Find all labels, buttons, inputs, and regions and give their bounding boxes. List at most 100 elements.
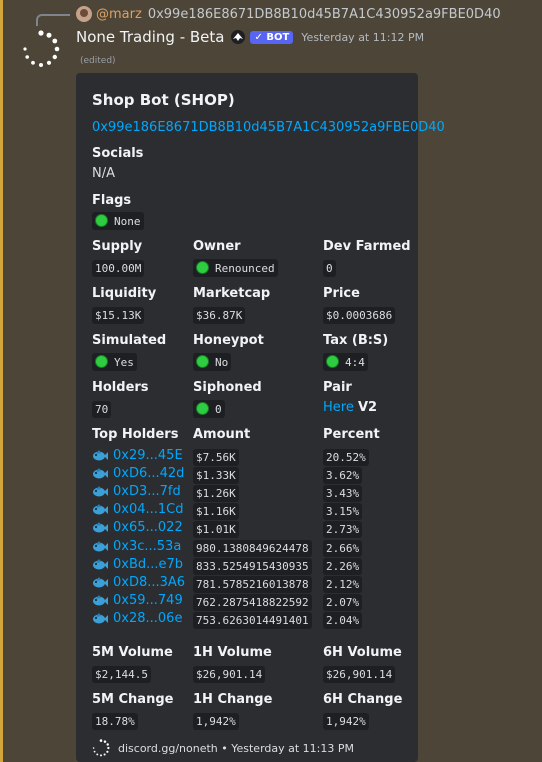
holder-address[interactable]: 0x59...749 [92, 593, 183, 608]
holder-address[interactable]: 0xBd...e7b [92, 557, 183, 572]
contract-link[interactable]: 0x99e186E8671DB8B10d45B7A1C430952a9FBE0D… [92, 120, 445, 135]
vol-1h-value: $26,901.14 [193, 666, 266, 683]
chg-6h-label: 6H Change [323, 692, 403, 707]
fish-icon [93, 540, 108, 551]
embed-card: Shop Bot (SHOP) 0x99e186E8671DB8B10d45B7… [76, 73, 445, 762]
honeypot-value: No [193, 353, 232, 371]
bot-tag: ✓ BOT [250, 30, 294, 44]
holders-label: Holders [92, 380, 149, 395]
fish-icon [93, 485, 108, 496]
honeypot-label: Honeypot [193, 333, 264, 348]
chg-1h-value: 1,942% [193, 713, 239, 730]
holder-address[interactable]: 0x29...45E [92, 448, 183, 463]
marketcap-label: Marketcap [193, 286, 271, 301]
fish-icon [93, 576, 108, 587]
reply-preview[interactable]: @marz 0x99e186E8671DB8B10d45B7A1C430952a… [76, 6, 501, 22]
vol-5m-value: $2,144.5 [92, 666, 151, 683]
holder-percent: 3.43% [323, 485, 363, 502]
green-dot-icon [196, 355, 209, 368]
fish-icon [93, 449, 108, 460]
holder-amount: $1.16K [193, 503, 239, 520]
fish-icon [93, 521, 108, 532]
reply-connector [36, 14, 70, 26]
green-dot-icon [196, 402, 209, 415]
holder-address[interactable]: 0xD6...42d [92, 466, 184, 481]
fish-icon [93, 467, 108, 478]
simulated-value: Yes [92, 353, 137, 371]
holder-amount: $7.56K [193, 449, 239, 466]
dev-farmed-value: 0 [323, 260, 336, 277]
supply-label: Supply [92, 239, 143, 254]
pair-link[interactable]: Here [323, 400, 354, 415]
chg-1h-label: 1H Change [193, 692, 273, 707]
green-dot-icon [95, 214, 108, 227]
reply-username[interactable]: @marz [96, 7, 142, 22]
spinner-ring-icon[interactable] [22, 30, 60, 68]
tax-label: Tax (B:S) [323, 333, 389, 348]
footer-text: discord.gg/noneth • Yesterday at 11:13 P… [118, 741, 355, 755]
vol-5m-label: 5M Volume [92, 645, 173, 660]
vol-6h-value: $26,901.14 [323, 666, 396, 683]
reply-avatar[interactable] [76, 6, 92, 22]
chg-5m-label: 5M Change [92, 692, 174, 707]
price-value: $0.0003686 [323, 307, 396, 324]
holder-amount: 762.2875418822592 [193, 594, 312, 611]
vol-1h-label: 1H Volume [193, 645, 272, 660]
holder-amount: 753.6263014491401 [193, 612, 312, 629]
message-header: None Trading - Beta ✓ BOT Yesterday at 1… [76, 28, 424, 46]
holder-address[interactable]: 0xD3...7fd [92, 484, 181, 499]
holder-address[interactable]: 0x28...06e [92, 611, 182, 626]
holder-address[interactable]: 0x3c...53a [92, 539, 181, 554]
holder-address[interactable]: 0x65...022 [92, 520, 183, 535]
siphoned-label: Siphoned [193, 380, 262, 395]
pair-label: Pair [323, 380, 352, 395]
green-dot-icon [326, 355, 339, 368]
message-timestamp[interactable]: Yesterday at 11:12 PM [301, 31, 424, 44]
fish-icon [93, 612, 108, 623]
supply-value: 100.00M [92, 260, 145, 277]
simulated-label: Simulated [92, 333, 167, 348]
liquidity-value: $15.13K [92, 307, 145, 324]
socials-value: N/A [92, 166, 115, 181]
amount-header: Amount [193, 427, 251, 442]
fish-icon [93, 594, 108, 605]
price-label: Price [323, 286, 360, 301]
vol-6h-label: 6H Volume [323, 645, 402, 660]
holders-value: 70 [92, 401, 112, 418]
embed-footer: discord.gg/noneth • Yesterday at 11:13 P… [92, 739, 354, 757]
socials-label: Socials [92, 146, 144, 161]
pair-version: V2 [357, 400, 378, 415]
marketcap-value: $36.87K [193, 307, 246, 324]
fish-icon [93, 503, 108, 514]
embed-title: Shop Bot (SHOP) [92, 91, 235, 109]
holder-percent: 20.52% [323, 449, 369, 466]
owner-value: Renounced [193, 259, 278, 277]
chg-6h-value: 1,942% [323, 713, 369, 730]
holder-amount: $1.01K [193, 521, 239, 538]
holder-amount: 833.5254915430935 [193, 558, 312, 575]
bot-badge-icon [231, 30, 246, 44]
holder-amount: $1.33K [193, 467, 239, 484]
flags-value: None [92, 212, 144, 230]
spinner-ring-icon [92, 739, 110, 757]
author-name[interactable]: None Trading - Beta [76, 28, 224, 46]
holder-percent: 2.66% [323, 540, 363, 557]
dev-farmed-label: Dev Farmed [323, 239, 411, 254]
tax-value: 4:4 [323, 353, 368, 371]
fish-icon [93, 558, 108, 569]
holder-percent: 2.12% [323, 576, 363, 593]
holder-address[interactable]: 0x04...1Cd [92, 502, 184, 517]
owner-label: Owner [193, 239, 241, 254]
chg-5m-value: 18.78% [92, 713, 138, 730]
holder-amount: $1.26K [193, 485, 239, 502]
edited-label: (edited) [80, 56, 116, 66]
green-dot-icon [196, 261, 209, 274]
pair-value: Here V2 [323, 400, 377, 415]
holder-amount: 781.5785216013878 [193, 576, 312, 593]
holder-percent: 2.04% [323, 612, 363, 629]
reply-text[interactable]: 0x99e186E8671DB8B10d45B7A1C430952a9FBE0D… [148, 7, 501, 22]
flags-label: Flags [92, 193, 132, 208]
holder-address[interactable]: 0xD8...3A6 [92, 575, 185, 590]
top-holders-header: Top Holders [92, 427, 179, 442]
percent-header: Percent [323, 427, 380, 442]
